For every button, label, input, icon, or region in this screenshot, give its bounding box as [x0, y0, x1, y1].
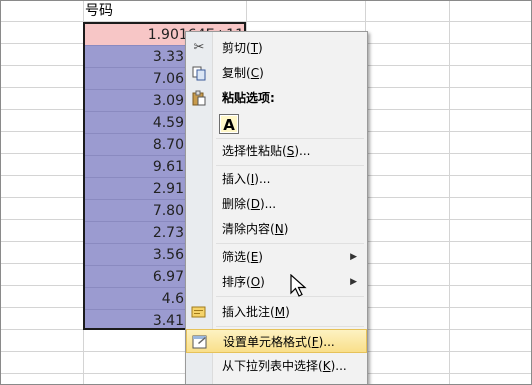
- menu-item-copy[interactable]: 复制(C): [186, 61, 367, 85]
- menu-separator: [216, 165, 364, 166]
- menu-item-insert-comment[interactable]: 插入批注(M): [186, 300, 367, 324]
- cell-value: 8.70: [152, 137, 184, 153]
- cell-value: 3.41: [152, 313, 184, 329]
- spreadsheet-window: 号码 1.90164E+11 3.33 7.06 3.09 4.59 8.70 …: [0, 0, 532, 385]
- menu-item-label: 筛选(E): [222, 250, 263, 264]
- menu-item-paste-special[interactable]: 选择性粘贴(S)...: [186, 139, 367, 163]
- cell-value: 4.6: [161, 291, 184, 307]
- format-cells-icon: [192, 334, 208, 350]
- grid-line: [449, 1, 450, 384]
- menu-item-paste-options: 粘贴选项:: [186, 86, 367, 110]
- menu-item-label: 选择性粘贴(S)...: [222, 144, 311, 158]
- paste-keep-text-button[interactable]: A: [219, 114, 239, 134]
- scissors-icon: ✂: [193, 40, 205, 55]
- submenu-arrow-icon: ▶: [350, 277, 357, 287]
- menu-item-label: 复制(C): [222, 66, 264, 80]
- cell-value: 3.09: [152, 93, 184, 109]
- cell-value: 9.61: [152, 159, 184, 175]
- cell-value: 3.56: [152, 247, 184, 263]
- menu-item-label: 插入(I)...: [222, 172, 271, 186]
- menu-item-filter[interactable]: 筛选(E) ▶: [186, 245, 367, 269]
- menu-item-pick-from-list[interactable]: 从下拉列表中选择(K)...: [186, 354, 367, 378]
- menu-item-label: 清除内容(N): [222, 222, 289, 236]
- menu-item-sort[interactable]: 排序(O) ▶: [186, 270, 367, 294]
- menu-item-clear-contents[interactable]: 清除内容(N): [186, 217, 367, 241]
- menu-item-label: 粘贴选项:: [222, 91, 275, 105]
- menu-item-insert[interactable]: 插入(I)...: [186, 167, 367, 191]
- menu-item-cut[interactable]: ✂ 剪切(T): [186, 36, 367, 60]
- comment-icon: [191, 304, 207, 320]
- menu-item-delete[interactable]: 删除(D)...: [186, 192, 367, 216]
- menu-item-label: 从下拉列表中选择(K)...: [222, 359, 347, 373]
- cell-value: 6.97: [152, 269, 184, 285]
- menu-item-label: 设置单元格格式(F)...: [223, 335, 335, 349]
- mouse-cursor-icon: [290, 274, 307, 297]
- cell-value: 3.33: [152, 49, 184, 65]
- submenu-arrow-icon: ▶: [350, 252, 357, 262]
- cell-value: 7.80: [152, 203, 184, 219]
- menu-item-label: 排序(O): [222, 275, 265, 289]
- column-header-cell[interactable]: 号码: [83, 1, 248, 21]
- context-menu: ✂ 剪切(T) 复制(C) 粘贴选项: A 选择性粘贴(S)... 插入(I).…: [185, 31, 368, 384]
- cell-value: 2.91: [152, 181, 184, 197]
- menu-item-format-cells[interactable]: 设置单元格格式(F)...: [186, 329, 367, 353]
- cell-value: 7.06: [152, 71, 184, 87]
- grid-line: [1, 21, 531, 22]
- copy-icon: [191, 65, 207, 81]
- paste-icon: [191, 90, 207, 106]
- cell-value: 4.59: [152, 115, 184, 131]
- menu-separator: [216, 243, 364, 244]
- menu-item-label: 插入批注(M): [222, 305, 290, 319]
- cell-value: 2.73: [152, 225, 184, 241]
- menu-item-label: 删除(D)...: [222, 197, 277, 211]
- menu-item-label: 剪切(T): [222, 41, 263, 55]
- menu-separator: [216, 326, 364, 327]
